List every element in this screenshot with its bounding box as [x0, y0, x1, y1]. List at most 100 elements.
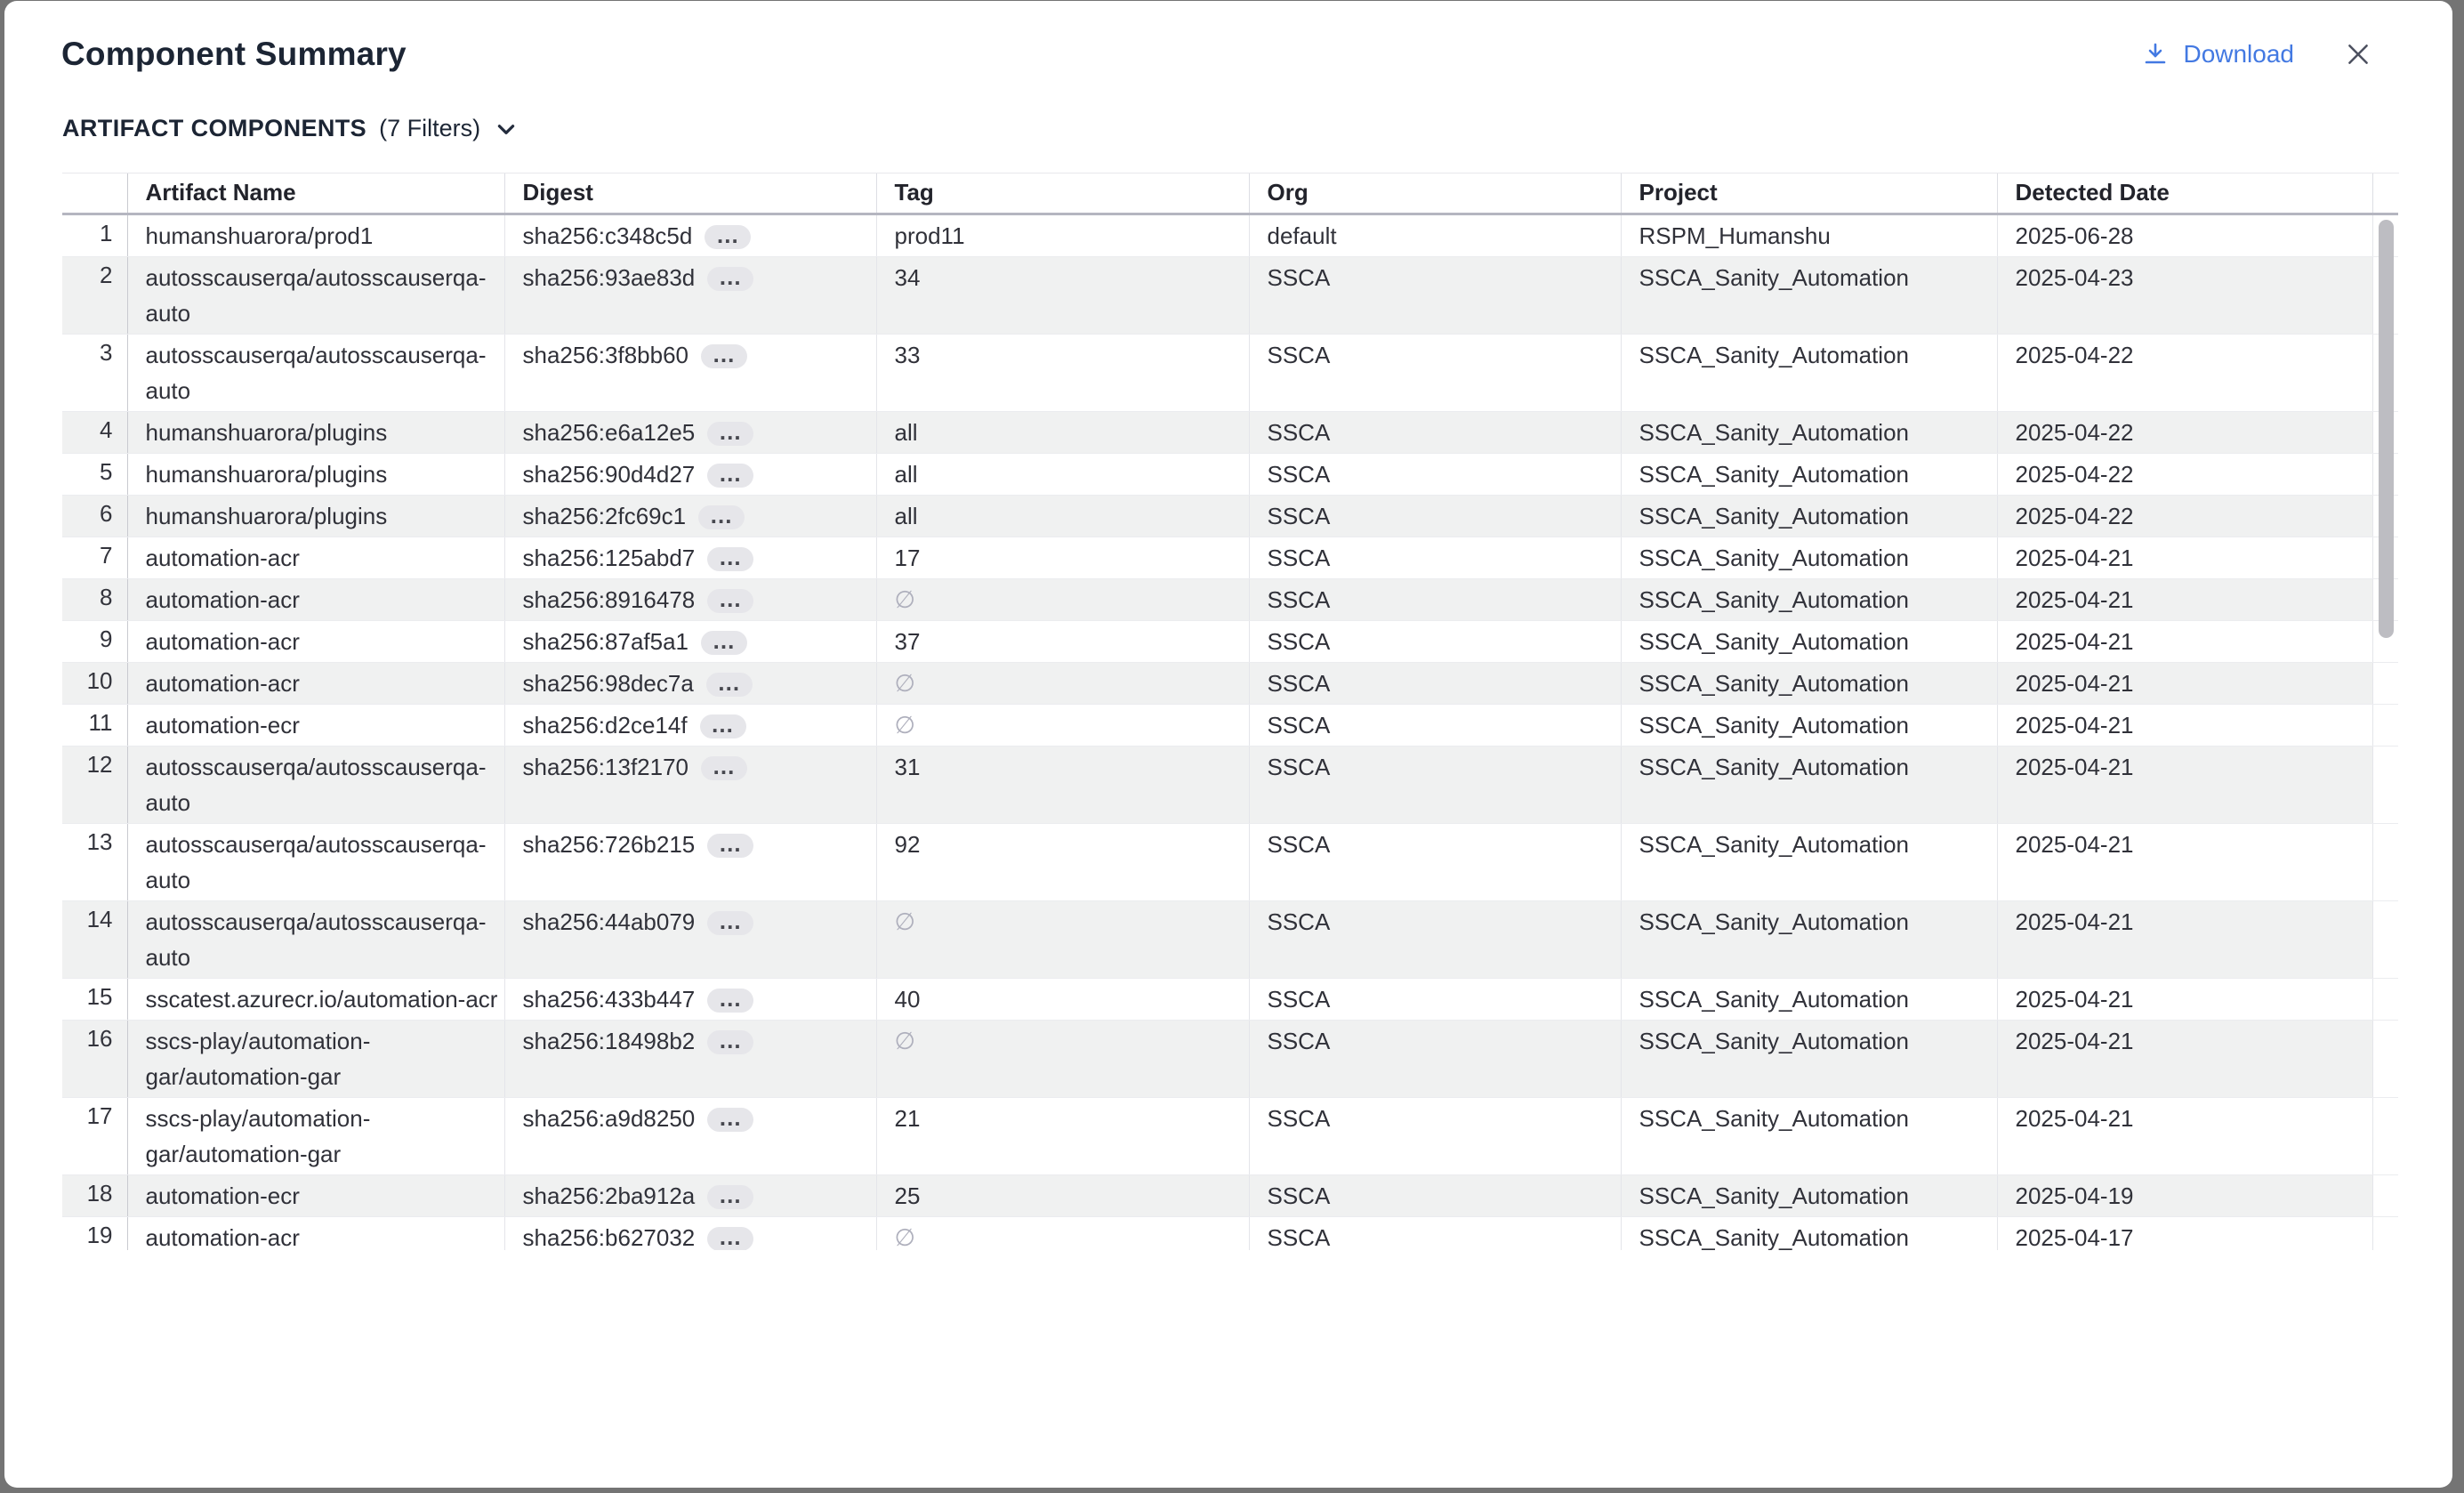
artifact-name-cell: humanshuarora/plugins	[127, 453, 504, 495]
digest-expand-chip[interactable]: …	[701, 756, 747, 780]
digest-cell: sha256:87af5a1…	[504, 620, 876, 662]
row-index-cell: 15	[62, 978, 127, 1020]
digest-cell: sha256:3f8bb60…	[504, 334, 876, 411]
table-row: 8automation-acrsha256:8916478…∅SSCASSCA_…	[62, 578, 2398, 620]
org-cell: SSCA	[1249, 1216, 1621, 1250]
tag-cell: 25	[876, 1174, 1249, 1216]
org-cell: SSCA	[1249, 1097, 1621, 1174]
row-index-cell: 18	[62, 1174, 127, 1216]
digest-expand-chip[interactable]: …	[707, 589, 753, 613]
project-cell: SSCA_Sanity_Automation	[1621, 704, 1997, 746]
tag-value: all	[895, 461, 918, 488]
digest-value: sha256:2fc69c1	[523, 503, 687, 529]
digest-expand-chip[interactable]: …	[705, 225, 751, 249]
row-index-cell: 3	[62, 334, 127, 411]
tag-value: prod11	[895, 222, 965, 249]
page-title: Component Summary	[61, 35, 407, 74]
artifact-name-cell: humanshuarora/plugins	[127, 411, 504, 453]
org-cell: SSCA	[1249, 334, 1621, 411]
artifact-name-cell: autosscauserqa/autosscauserqa-auto	[127, 334, 504, 411]
artifact-name-cell: automation-acr	[127, 537, 504, 578]
row-index-cell: 11	[62, 704, 127, 746]
digest-expand-chip[interactable]: …	[698, 505, 745, 529]
project-cell: SSCA_Sanity_Automation	[1621, 578, 1997, 620]
digest-expand-chip[interactable]: …	[707, 267, 753, 291]
artifact-components-toggle[interactable]: ARTIFACT COMPONENTS (7 Filters)	[62, 115, 518, 142]
detected-date-cell: 2025-04-23	[1997, 256, 2372, 334]
artifact-name-line: automation-acr	[146, 624, 503, 659]
close-button[interactable]	[2340, 36, 2376, 72]
digest-value: sha256:90d4d27	[523, 461, 696, 488]
column-header-tag: Tag	[876, 174, 1249, 214]
project-cell: SSCA_Sanity_Automation	[1621, 453, 1997, 495]
digest-expand-chip[interactable]: …	[707, 834, 753, 858]
scroll-gutter-cell	[2372, 1216, 2398, 1250]
org-cell: SSCA	[1249, 978, 1621, 1020]
column-header-project: Project	[1621, 174, 1997, 214]
empty-tag-icon: ∅	[895, 712, 916, 738]
digest-expand-chip[interactable]: …	[706, 673, 753, 697]
digest-cell: sha256:90d4d27 …	[504, 453, 876, 495]
org-cell: SSCA	[1249, 823, 1621, 900]
tag-cell: ∅	[876, 1216, 1249, 1250]
row-index-cell: 5	[62, 453, 127, 495]
detected-date-cell: 2025-04-21	[1997, 704, 2372, 746]
digest-expand-chip[interactable]: …	[707, 911, 753, 935]
digest-expand-chip[interactable]: …	[707, 989, 753, 1013]
digest-expand-chip[interactable]: …	[707, 1108, 753, 1132]
row-index-cell: 1	[62, 214, 127, 256]
table-row: 3autosscauserqa/autosscauserqa-autosha25…	[62, 334, 2398, 411]
tag-cell: 92	[876, 823, 1249, 900]
table-header-row: Artifact Name Digest Tag Org Project Det…	[62, 174, 2398, 214]
detected-date-cell: 2025-04-19	[1997, 1174, 2372, 1216]
row-index-cell: 2	[62, 256, 127, 334]
digest-expand-chip[interactable]: …	[701, 344, 747, 368]
tag-cell: ∅	[876, 704, 1249, 746]
digest-expand-chip[interactable]: …	[707, 1030, 753, 1054]
tag-value: 33	[895, 342, 921, 368]
table-row: 12autosscauserqa/autosscauserqa-autosha2…	[62, 746, 2398, 823]
artifact-name-cell: automation-acr	[127, 662, 504, 704]
digest-expand-chip[interactable]: …	[700, 714, 746, 738]
detected-date-cell: 2025-04-22	[1997, 411, 2372, 453]
org-cell: SSCA	[1249, 746, 1621, 823]
table-row: 17sscs-play/automation-gar/automation-ga…	[62, 1097, 2398, 1174]
digest-cell: sha256:44ab079…	[504, 900, 876, 978]
digest-value: sha256:b627032	[523, 1224, 696, 1251]
artifact-name-line: auto	[146, 785, 503, 820]
empty-tag-icon: ∅	[895, 670, 916, 697]
digest-expand-chip[interactable]: …	[701, 631, 747, 655]
artifact-name-line: autosscauserqa/autosscauserqa-	[146, 337, 503, 373]
scroll-gutter-cell	[2372, 1097, 2398, 1174]
artifact-name-line: humanshuarora/plugins	[146, 456, 503, 492]
digest-expand-chip[interactable]: …	[707, 547, 753, 571]
tag-cell: all	[876, 453, 1249, 495]
scroll-gutter-cell	[2372, 1174, 2398, 1216]
project-cell: SSCA_Sanity_Automation	[1621, 495, 1997, 537]
digest-expand-chip[interactable]: …	[707, 422, 753, 446]
artifact-name-line: automation-ecr	[146, 1178, 503, 1214]
org-cell: SSCA	[1249, 495, 1621, 537]
artifact-name-cell: autosscauserqa/autosscauserqa-auto	[127, 823, 504, 900]
scroll-gutter-header	[2372, 174, 2398, 214]
tag-value: all	[895, 419, 918, 446]
org-cell: SSCA	[1249, 578, 1621, 620]
artifact-name-cell: autosscauserqa/autosscauserqa-auto	[127, 256, 504, 334]
tag-value: 40	[895, 986, 921, 1013]
table-row: 10automation-acrsha256:98dec7a…∅SSCASSCA…	[62, 662, 2398, 704]
project-cell: SSCA_Sanity_Automation	[1621, 900, 1997, 978]
tag-value: 21	[895, 1105, 921, 1132]
detected-date-cell: 2025-04-21	[1997, 1097, 2372, 1174]
digest-expand-chip[interactable]: …	[707, 464, 753, 488]
row-index-cell: 19	[62, 1216, 127, 1250]
column-header-org: Org	[1249, 174, 1621, 214]
digest-expand-chip[interactable]: …	[707, 1185, 753, 1209]
table-scrollbar-thumb[interactable]	[2379, 220, 2394, 638]
org-cell: SSCA	[1249, 900, 1621, 978]
tag-value: 31	[895, 754, 921, 780]
download-button[interactable]: Download	[2142, 40, 2294, 69]
digest-expand-chip[interactable]: …	[707, 1227, 753, 1250]
org-cell: default	[1249, 214, 1621, 256]
tag-cell: ∅	[876, 662, 1249, 704]
row-index-cell: 12	[62, 746, 127, 823]
